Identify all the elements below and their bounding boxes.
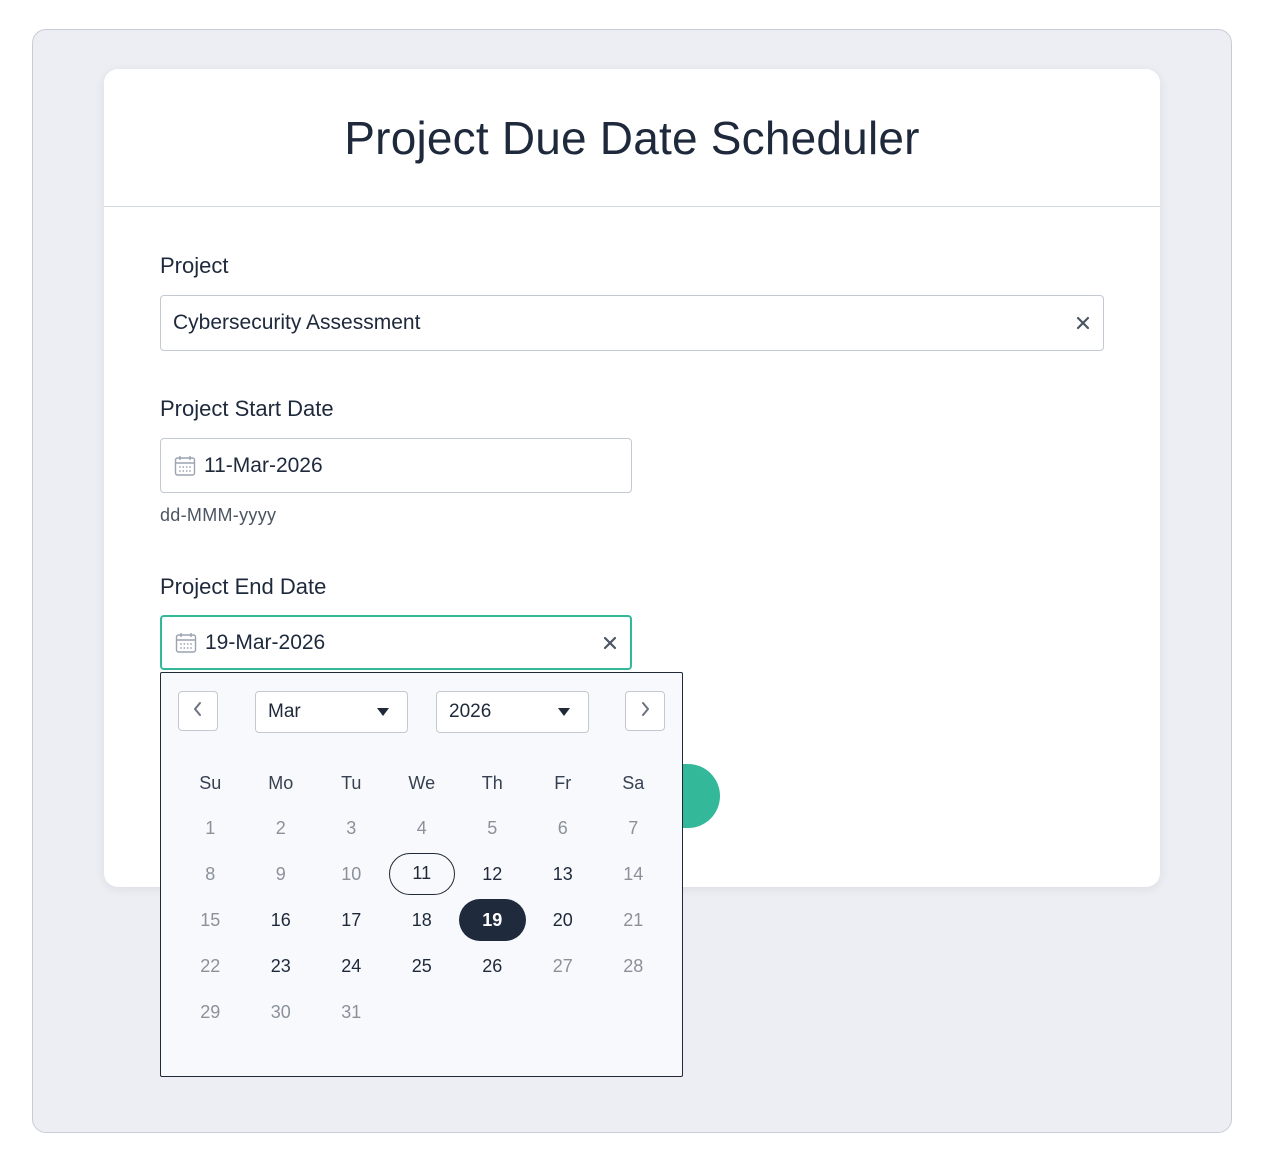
calendar-day[interactable]: 24: [318, 945, 385, 987]
chevron-left-icon: [192, 701, 204, 722]
start-day[interactable]: 11: [388, 853, 455, 895]
calendar-week-row: 29 30 31: [175, 989, 669, 1035]
card-header: Project Due Date Scheduler: [104, 69, 1160, 207]
close-icon[interactable]: [1063, 296, 1103, 350]
calendar-icon: [174, 455, 196, 477]
calendar-week-row: 22 23 24 25 26 27 28: [175, 943, 669, 989]
weekday-label: Sa: [622, 772, 645, 793]
project-value: Cybersecurity Assessment: [173, 311, 421, 334]
close-icon[interactable]: [590, 617, 630, 668]
calendar-day[interactable]: 15: [177, 899, 244, 941]
project-label: Project: [160, 253, 229, 278]
prev-month-button[interactable]: [178, 691, 218, 731]
weekday-label: Su: [199, 772, 222, 793]
next-month-button[interactable]: [625, 691, 665, 731]
calendar-day[interactable]: 17: [318, 899, 385, 941]
calendar-day[interactable]: 26: [459, 945, 526, 987]
date-picker-popup: Mar 2026 Su Mo Tu We Th Fr Sa 1 2 3 4 5 6 7 8 9 10 11 12 13…: [160, 672, 683, 1077]
start-date-value: 11-Mar-2026: [204, 453, 323, 477]
calendar-day[interactable]: 30: [248, 991, 315, 1033]
start-date-label: Project Start Date: [160, 396, 334, 421]
calendar-day[interactable]: 21: [600, 899, 667, 941]
year-select-value: 2026: [449, 701, 492, 722]
calendar-week-row: 1234567: [175, 805, 669, 851]
calendar-day[interactable]: 10: [318, 853, 385, 895]
weekday-label: Fr: [554, 772, 572, 793]
calendar-day[interactable]: 14: [600, 853, 667, 895]
end-date-value: 19-Mar-2026: [205, 630, 326, 654]
calendar-day[interactable]: 27: [530, 945, 597, 987]
weekday-label: Th: [481, 772, 503, 793]
calendar-day[interactable]: 29: [177, 991, 244, 1033]
month-select[interactable]: Mar: [255, 691, 408, 733]
weekday-label: Mo: [268, 772, 294, 793]
calendar-week-row: 8 9 10 11 12 13 14: [175, 851, 669, 897]
calendar-day[interactable]: 8: [177, 853, 244, 895]
calendar-day[interactable]: 3: [318, 807, 385, 849]
calendar-day[interactable]: 13: [530, 853, 597, 895]
weekday-label: We: [408, 772, 436, 793]
end-date-label: Project End Date: [160, 574, 327, 599]
selected-day[interactable]: 19: [459, 899, 526, 941]
calendar-grid: Su Mo Tu We Th Fr Sa 1 2 3 4 5 6 7 8 9 10 11 12 13 14 15 16 17 1…: [175, 761, 669, 1035]
calendar-day[interactable]: 25: [389, 945, 456, 987]
caret-down-icon: [377, 708, 389, 716]
calendar-day[interactable]: 2: [248, 807, 315, 849]
calendar-icon: [175, 632, 197, 654]
date-format-hint: dd-MMM-yyyy: [160, 505, 277, 525]
calendar-day[interactable]: 12: [459, 853, 526, 895]
end-date-input[interactable]: 19-Mar-2026: [160, 615, 632, 670]
caret-down-icon: [558, 708, 570, 716]
calendar-day[interactable]: 1: [177, 807, 244, 849]
calendar-day[interactable]: 6: [530, 807, 597, 849]
year-select[interactable]: 2026: [436, 691, 589, 733]
calendar-day[interactable]: 28: [600, 945, 667, 987]
calendar-week-row: 15 16 17 18 19 20 21: [175, 897, 669, 943]
calendar-day[interactable]: 20: [530, 899, 597, 941]
calendar-day[interactable]: 16: [248, 899, 315, 941]
calendar-day[interactable]: 22: [177, 945, 244, 987]
calendar-day[interactable]: 4: [389, 807, 456, 849]
calendar-day[interactable]: 7: [600, 807, 667, 849]
calendar-day[interactable]: 5: [459, 807, 526, 849]
weekday-header-row: Su Mo Tu We Th Fr Sa: [175, 761, 669, 805]
calendar-day[interactable]: 23: [248, 945, 315, 987]
calendar-day[interactable]: 31: [318, 991, 385, 1033]
page-title: Project Due Date Scheduler: [344, 111, 920, 164]
weekday-label: Tu: [341, 772, 362, 793]
chevron-right-icon: [639, 701, 651, 722]
start-date-input[interactable]: 11-Mar-2026: [160, 438, 632, 493]
month-select-value: Mar: [268, 701, 301, 722]
calendar-day[interactable]: 9: [248, 853, 315, 895]
calendar-day[interactable]: 18: [389, 899, 456, 941]
project-select[interactable]: Cybersecurity Assessment: [160, 295, 1104, 351]
